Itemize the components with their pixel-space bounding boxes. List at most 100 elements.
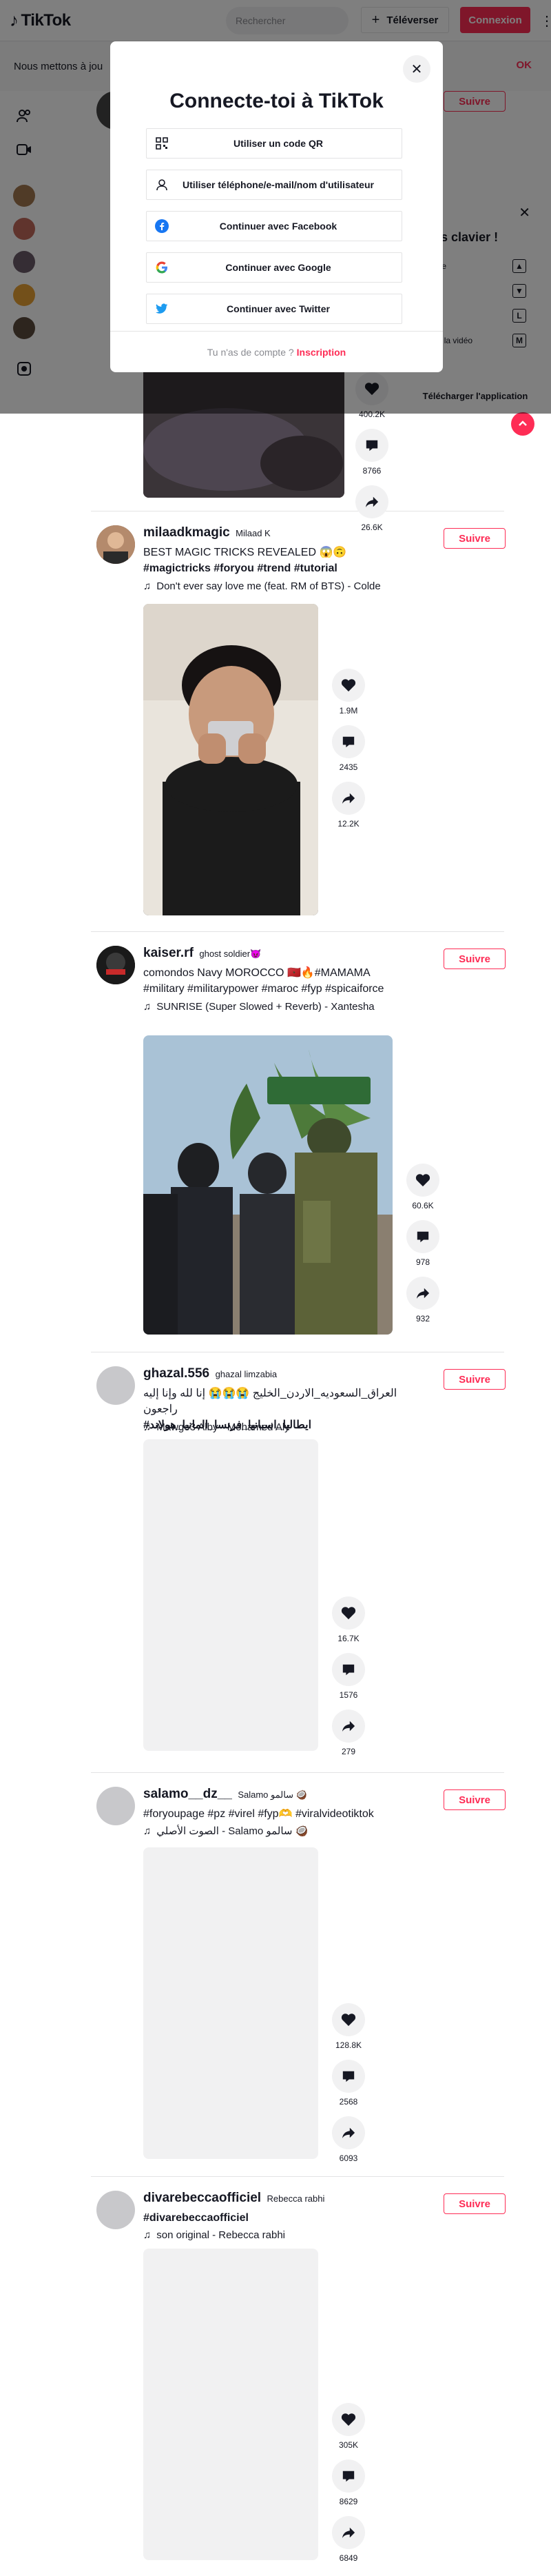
music-note-icon: ♫ — [143, 1001, 152, 1013]
music-link[interactable]: ♫ son original - Rebecca rabhi — [143, 2228, 285, 2243]
video-player[interactable] — [143, 1847, 318, 2159]
video-actions: 16.7K 1576 279 — [332, 1596, 365, 1766]
video-actions: 60.6K 978 932 — [406, 1164, 439, 1333]
music-link[interactable]: ♫ Don't ever say love me (feat. RM of BT… — [143, 579, 381, 594]
share-button[interactable] — [332, 1710, 365, 1743]
music-link[interactable]: ♫ Mawgo3 Alby - Mohamed Aly — [143, 1420, 290, 1435]
follow-button[interactable]: Suivre — [444, 2193, 506, 2214]
share-count: 6093 — [339, 2153, 358, 2163]
video-player[interactable] — [143, 604, 318, 915]
video-actions: 1.9M 2435 12.2K — [332, 669, 365, 838]
comment-button[interactable] — [332, 2460, 365, 2493]
option-label: Continuer avec Twitter — [227, 303, 330, 314]
creator-avatar[interactable] — [96, 946, 135, 984]
like-count: 128.8K — [335, 2040, 362, 2050]
like-button[interactable] — [332, 1596, 365, 1630]
share-button[interactable] — [332, 2116, 365, 2149]
comment-button[interactable] — [355, 429, 388, 462]
twitter-icon — [155, 302, 169, 316]
music-title: Mawgo3 Alby - Mohamed Aly — [156, 1421, 290, 1433]
close-modal-button[interactable]: ✕ — [403, 55, 430, 83]
creator-info[interactable]: milaadkmagic Milaad K — [143, 525, 271, 540]
creator-avatar[interactable] — [96, 2191, 135, 2229]
login-option-facebook[interactable]: Continuer avec Facebook — [146, 211, 402, 241]
follow-button[interactable]: Suivre — [444, 949, 506, 969]
feed-post: divarebeccaofficiel Rebecca rabhi #divar… — [91, 2177, 506, 2576]
option-label: Utiliser un code QR — [233, 138, 323, 149]
option-label: Continuer avec Facebook — [219, 221, 337, 232]
comment-button[interactable] — [332, 2060, 365, 2093]
qr-code-icon — [155, 136, 169, 150]
video-player[interactable] — [143, 1035, 393, 1335]
hashtag[interactable]: #magictricks #foryou #trend #tutorial — [143, 562, 337, 574]
video-caption: comondos Navy MOROCCO 🇲🇦🔥#MAMAMA #milita… — [143, 967, 384, 995]
creator-avatar[interactable] — [96, 1366, 135, 1405]
nickname: Rebecca rabhi — [267, 2193, 325, 2204]
username[interactable]: salamo__dz__ — [143, 1787, 232, 1801]
login-option-google[interactable]: Continuer avec Google — [146, 252, 402, 283]
music-link[interactable]: ♫ الصوت الأصلي - Salamo سالمو 🥥 — [143, 1824, 308, 1839]
share-button[interactable] — [406, 1277, 439, 1310]
music-title: Don't ever say love me (feat. RM of BTS)… — [156, 580, 381, 592]
username[interactable]: milaadkmagic — [143, 525, 230, 540]
creator-avatar[interactable] — [96, 1787, 135, 1825]
creator-info[interactable]: kaiser.rf ghost soldier😈 — [143, 946, 261, 961]
music-title: son original - Rebecca rabhi — [156, 2229, 286, 2241]
follow-button[interactable]: Suivre — [444, 1789, 506, 1810]
video-caption: #foryoupage #pz #virel #fyp🫶 #viralvideo… — [143, 1808, 374, 1820]
creator-info[interactable]: ghazal.556 ghazal limzabia — [143, 1366, 277, 1381]
username[interactable]: kaiser.rf — [143, 946, 194, 960]
music-link[interactable]: ♫ SUNRISE (Super Slowed + Reverb) - Xant… — [143, 1000, 375, 1015]
login-option-qr[interactable]: Utiliser un code QR — [146, 128, 402, 159]
feed-post: kaiser.rf ghost soldier😈 comondos Navy M… — [91, 932, 506, 1352]
modal-footer: Tu n'as de compte ? Inscription — [110, 331, 443, 372]
creator-avatar[interactable] — [96, 525, 135, 564]
no-account-text: Tu n'as de compte ? — [207, 346, 294, 358]
like-button[interactable] — [406, 1164, 439, 1197]
signup-link[interactable]: Inscription — [297, 347, 346, 358]
login-option-phone-email[interactable]: Utiliser téléphone/e-mail/nom d'utilisat… — [146, 170, 402, 200]
like-count: 16.7K — [337, 1634, 360, 1643]
comment-button[interactable] — [332, 1653, 365, 1686]
share-button[interactable] — [332, 2516, 365, 2549]
share-count: 12.2K — [337, 819, 360, 829]
close-icon: ✕ — [410, 61, 423, 77]
like-button[interactable] — [332, 2003, 365, 2036]
google-icon — [155, 261, 169, 274]
username[interactable]: ghazal.556 — [143, 1366, 209, 1381]
option-label: Continuer avec Google — [225, 262, 331, 273]
music-note-icon: ♫ — [143, 1421, 152, 1433]
share-button[interactable] — [332, 782, 365, 815]
username[interactable]: divarebeccaofficiel — [143, 2191, 261, 2205]
facebook-icon — [155, 219, 169, 233]
video-player[interactable] — [143, 2249, 318, 2560]
music-title: الصوت الأصلي - Salamo سالمو 🥥 — [156, 1825, 309, 1837]
feed-post: ghazal.556 ghazal limzabia العراق_السعود… — [91, 1352, 506, 1773]
creator-info[interactable]: salamo__dz__ Salamo سالمو 🥥 — [143, 1787, 307, 1802]
comment-count: 8629 — [339, 2497, 358, 2506]
video-player[interactable] — [143, 1439, 318, 1751]
video-actions: 128.8K 2568 6093 — [332, 2003, 365, 2173]
video-caption: #divarebeccaofficiel — [143, 2210, 405, 2226]
nickname: Milaad K — [236, 528, 271, 538]
user-icon — [155, 178, 169, 192]
follow-button[interactable]: Suivre — [444, 528, 506, 549]
share-count: 6849 — [339, 2553, 358, 2563]
music-note-icon: ♫ — [143, 1825, 152, 1837]
comment-count: 1576 — [339, 1690, 358, 1700]
comment-button[interactable] — [332, 725, 365, 758]
nickname: ghazal limzabia — [215, 1369, 278, 1379]
caption-text: BEST MAGIC TRICKS REVEALED 😱🙃 — [143, 547, 347, 558]
like-count: 305K — [338, 2440, 359, 2450]
like-button[interactable] — [332, 2403, 365, 2436]
music-title: SUNRISE (Super Slowed + Reverb) - Xantes… — [156, 1001, 375, 1013]
music-note-icon: ♫ — [143, 2229, 152, 2241]
hashtag[interactable]: #divarebeccaofficiel — [143, 2212, 249, 2224]
modal-title: Connecte-toi à TikTok — [169, 90, 384, 112]
back-to-top-button[interactable] — [511, 412, 534, 436]
follow-button[interactable]: Suivre — [444, 1369, 506, 1390]
login-option-twitter[interactable]: Continuer avec Twitter — [146, 294, 402, 324]
like-button[interactable] — [332, 669, 365, 702]
creator-info[interactable]: divarebeccaofficiel Rebecca rabhi — [143, 2191, 324, 2206]
comment-button[interactable] — [406, 1220, 439, 1253]
